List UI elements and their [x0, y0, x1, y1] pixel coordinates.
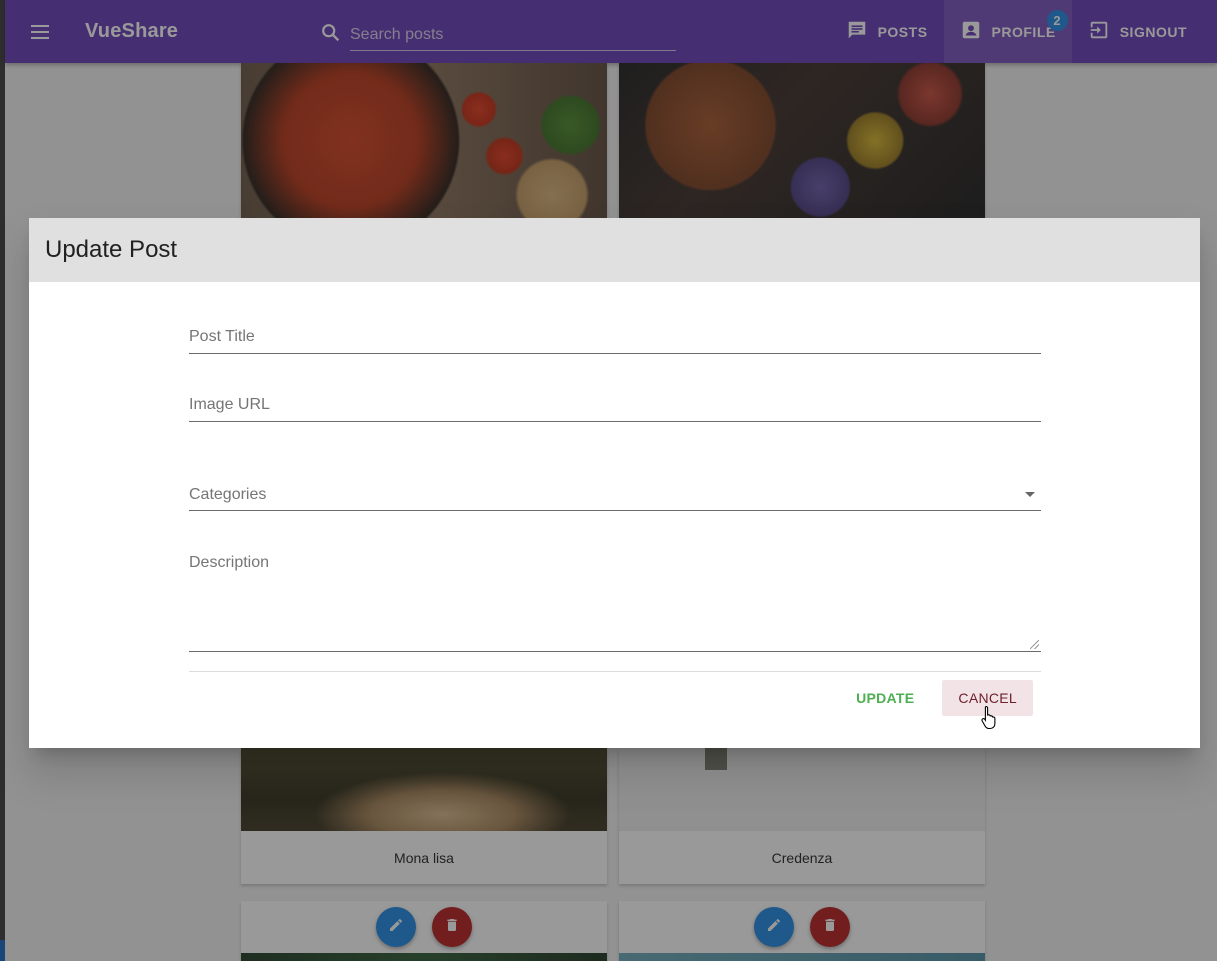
dialog-header: Update Post [29, 218, 1200, 282]
update-post-dialog: Update Post Post Title Image URL Categor… [29, 218, 1200, 748]
image-url-input[interactable] [189, 394, 1045, 422]
categories-label: Categories [189, 486, 267, 503]
categories-select[interactable]: Categories [189, 482, 1041, 511]
update-button[interactable]: UPDATE [840, 680, 930, 716]
chevron-down-icon [1025, 492, 1035, 497]
resize-handle-icon[interactable] [1030, 640, 1039, 649]
image-url-field[interactable]: Image URL [189, 394, 1045, 422]
post-title-input[interactable] [189, 326, 1045, 354]
description-textarea[interactable] [189, 552, 1045, 654]
hand-pointer-icon [981, 705, 997, 736]
divider [189, 671, 1041, 672]
dialog-title: Update Post [45, 236, 178, 263]
description-field[interactable]: Description [189, 552, 1045, 654]
post-title-field[interactable]: Post Title [189, 326, 1045, 354]
dialog-actions: UPDATE CANCEL [828, 680, 1033, 716]
